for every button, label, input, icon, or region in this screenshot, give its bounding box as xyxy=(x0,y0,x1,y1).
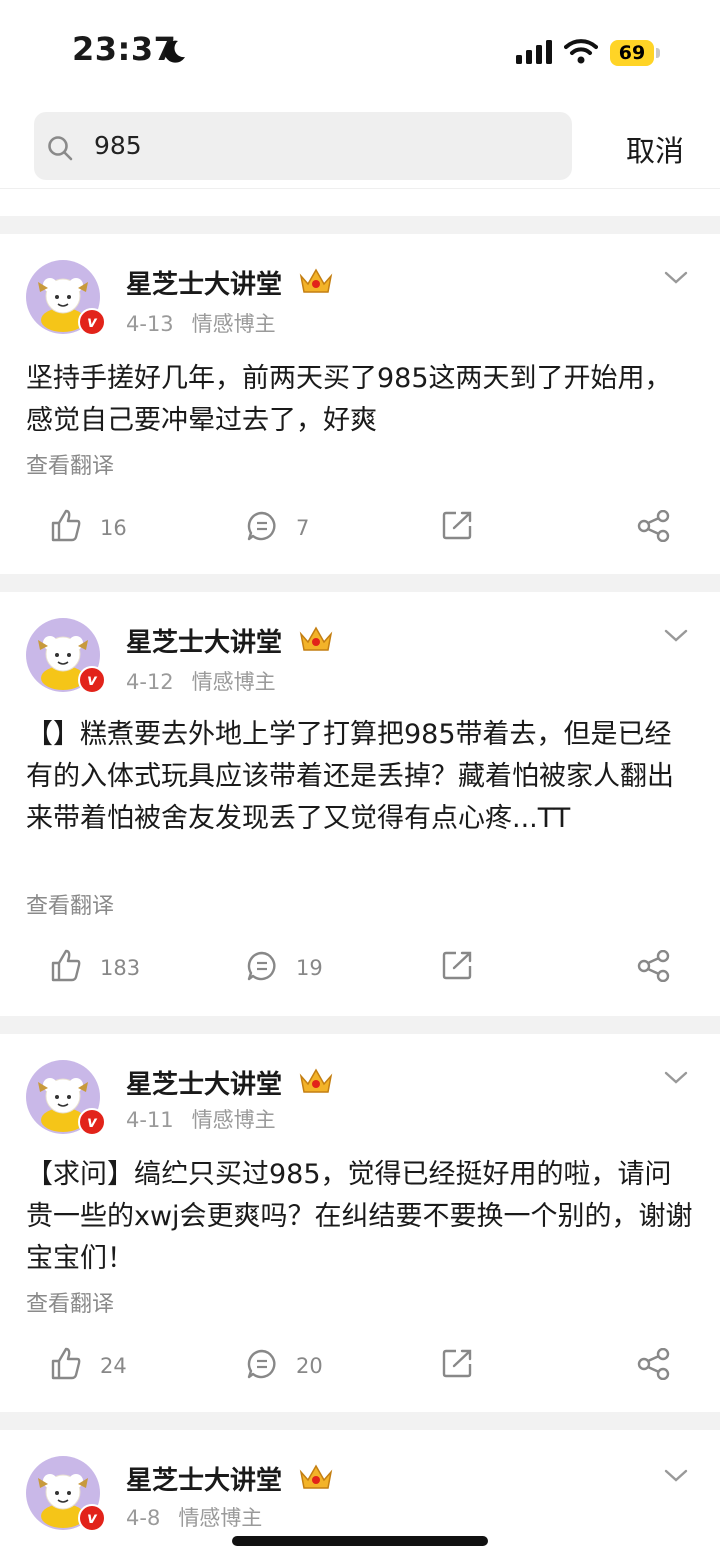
translate-link[interactable]: 查看翻译 xyxy=(26,1286,114,1318)
divider xyxy=(0,1412,720,1430)
share-icon[interactable] xyxy=(637,510,671,542)
post-date: 4-13 xyxy=(126,312,174,336)
forward-icon[interactable] xyxy=(442,510,474,540)
post-meta: 4-13 情感博主 xyxy=(126,308,276,338)
post-date: 4-12 xyxy=(126,670,174,694)
search-bar: 985 取消 xyxy=(0,110,720,189)
chevron-down-icon[interactable] xyxy=(664,1468,688,1484)
post-text[interactable]: 坚持手搓好几年，前两天买了985这两天到了开始用，感觉自己要冲晕过去了，好爽 xyxy=(26,358,696,442)
author-name[interactable]: 星芝士大讲堂 xyxy=(126,264,282,301)
post-text[interactable]: 【求问】缟纻只买过985，觉得已经挺好用的啦，请问贵一些的xwj会更爽吗？在纠结… xyxy=(26,1154,696,1280)
comment-count: 19 xyxy=(296,956,323,980)
share-icon[interactable] xyxy=(637,1348,671,1380)
like-icon[interactable] xyxy=(50,1346,82,1380)
translate-link[interactable]: 查看翻译 xyxy=(26,448,114,480)
forward-icon[interactable] xyxy=(442,1348,474,1378)
author-name[interactable]: 星芝士大讲堂 xyxy=(126,1064,282,1101)
author-tag: 情感博主 xyxy=(191,312,276,336)
divider xyxy=(0,216,720,234)
like-count: 16 xyxy=(100,516,127,540)
chevron-down-icon[interactable] xyxy=(664,1070,688,1086)
chevron-down-icon[interactable] xyxy=(664,628,688,644)
comment-icon[interactable] xyxy=(246,1348,278,1380)
post-actions: 183 19 xyxy=(0,948,720,992)
author-tag: 情感博主 xyxy=(191,1108,276,1132)
post-card[interactable]: v 星芝士大讲堂 4-12 情感博主 【】糕煮要去外地上学了打算把985带着去，但… xyxy=(0,592,720,1016)
verified-badge-icon: v xyxy=(78,666,106,694)
search-input[interactable]: 985 xyxy=(34,112,572,180)
verified-badge-icon: v xyxy=(78,308,106,336)
post-card[interactable]: v 星芝士大讲堂 4-13 情感博主 坚持手搓好几年，前两天买了985这两天到了开… xyxy=(0,234,720,574)
like-count: 183 xyxy=(100,956,141,980)
verified-badge-icon: v xyxy=(78,1504,106,1532)
post-actions: 16 7 xyxy=(0,508,720,552)
like-icon[interactable] xyxy=(50,508,82,542)
post-meta: 4-11 情感博主 xyxy=(126,1104,276,1134)
post-date: 4-8 xyxy=(126,1506,161,1530)
divider xyxy=(0,1016,720,1034)
like-icon[interactable] xyxy=(50,948,82,982)
divider xyxy=(0,574,720,592)
like-count: 24 xyxy=(100,1354,127,1378)
crown-icon xyxy=(299,626,333,651)
post-meta: 4-8 情感博主 xyxy=(126,1502,262,1532)
crown-icon xyxy=(299,1068,333,1093)
post-actions: 24 20 xyxy=(0,1346,720,1390)
verified-badge-icon: v xyxy=(78,1108,106,1136)
search-query: 985 xyxy=(94,131,142,160)
post-meta: 4-12 情感博主 xyxy=(126,666,276,696)
author-tag: 情感博主 xyxy=(178,1506,263,1530)
moon-icon xyxy=(164,40,185,63)
battery-icon: 69 xyxy=(610,40,654,66)
share-icon[interactable] xyxy=(637,950,671,982)
comment-count: 20 xyxy=(296,1354,323,1378)
crown-icon xyxy=(299,1464,333,1489)
comment-icon[interactable] xyxy=(246,950,278,982)
comment-count: 7 xyxy=(296,516,310,540)
status-bar: 23:37 69 xyxy=(0,0,720,100)
crown-icon xyxy=(299,268,333,293)
chevron-down-icon[interactable] xyxy=(664,270,688,286)
author-name[interactable]: 星芝士大讲堂 xyxy=(126,1460,282,1497)
post-text[interactable]: 【】糕煮要去外地上学了打算把985带着去，但是已经有的入体式玩具应该带着还是丢掉… xyxy=(26,714,696,840)
signal-icon xyxy=(516,40,552,64)
comment-icon[interactable] xyxy=(246,510,278,542)
wifi-icon xyxy=(564,39,598,64)
search-icon xyxy=(48,136,73,161)
home-indicator[interactable] xyxy=(232,1536,488,1546)
translate-link[interactable]: 查看翻译 xyxy=(26,888,114,920)
post-card[interactable]: v 星芝士大讲堂 4-11 情感博主 【求问】缟纻只买过985，觉得已经挺好用的啦… xyxy=(0,1034,720,1412)
forward-icon[interactable] xyxy=(442,950,474,980)
post-date: 4-11 xyxy=(126,1108,174,1132)
author-tag: 情感博主 xyxy=(191,670,276,694)
author-name[interactable]: 星芝士大讲堂 xyxy=(126,622,282,659)
battery-tip xyxy=(656,48,660,58)
cancel-button[interactable]: 取消 xyxy=(626,128,684,170)
